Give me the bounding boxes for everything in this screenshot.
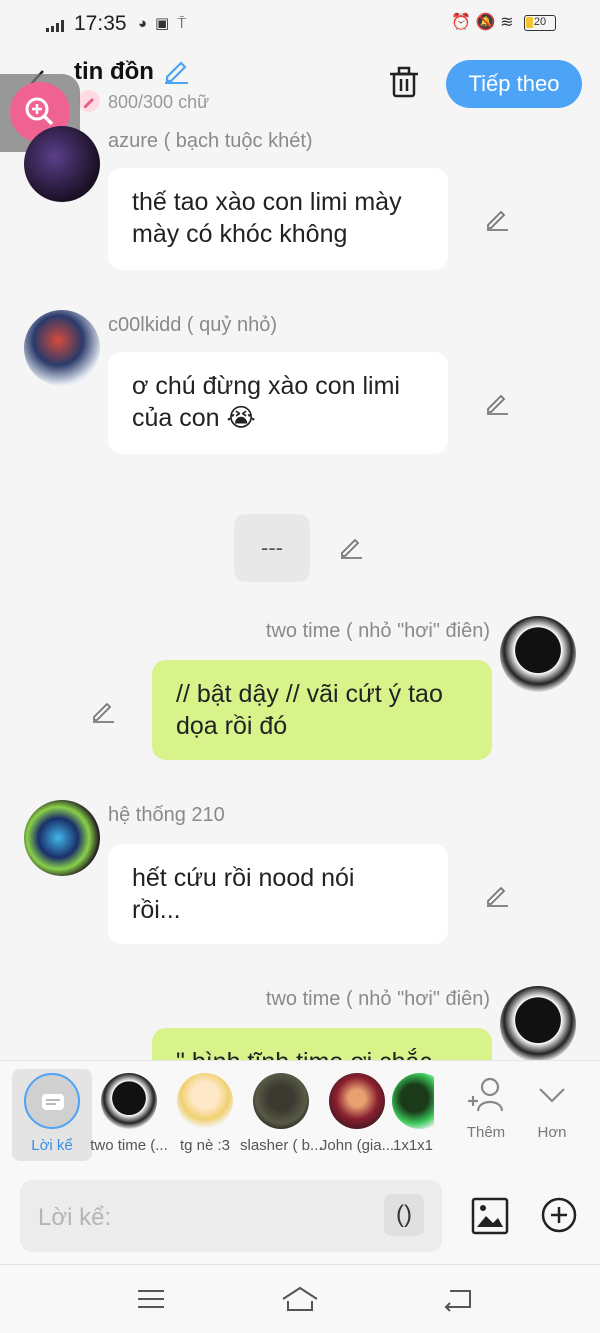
- narrator-icon: [24, 1073, 80, 1129]
- sender-name: hệ thống 210: [108, 804, 225, 826]
- edit-message-icon[interactable]: [484, 882, 510, 908]
- message-input[interactable]: Lời kể: (): [20, 1180, 442, 1252]
- character-name: Lời kể: [31, 1137, 73, 1154]
- edit-message-icon[interactable]: [484, 390, 510, 416]
- sender-name: two time ( nhỏ "hơi" điên): [265, 620, 490, 642]
- battery-icon: 20: [524, 14, 556, 31]
- character-item[interactable]: 1x1x1: [392, 1069, 434, 1154]
- character-item[interactable]: John (gia...: [316, 1069, 398, 1154]
- add-character-label: Thêm: [466, 1124, 506, 1141]
- status-bar: 17:35 ◕▣⍑ ⏰ 🔕 ≋ 20: [0, 0, 600, 48]
- sender-name: azure ( bạch tuộc khét): [108, 130, 313, 152]
- character-name: two time (...: [90, 1137, 168, 1154]
- avatar[interactable]: [500, 616, 576, 692]
- expand-label: Hơn: [537, 1124, 567, 1141]
- avatar: [253, 1073, 309, 1129]
- edit-title-icon[interactable]: [162, 56, 190, 84]
- avatar[interactable]: [24, 310, 100, 386]
- wifi-icon: ≋: [500, 14, 514, 31]
- edit-message-icon[interactable]: [90, 698, 116, 724]
- system-nav-bar: [0, 1264, 600, 1333]
- character-item[interactable]: tg nè :3: [164, 1069, 246, 1154]
- avatar: [177, 1073, 233, 1129]
- message-bubble[interactable]: " bình tĩnh time ơi chắc: [152, 1028, 492, 1060]
- character-name: John (gia...: [319, 1137, 395, 1154]
- message-bubble[interactable]: ơ chú đừng xào con limi của con 😭: [108, 352, 448, 454]
- chat-area[interactable]: azure ( bạch tuộc khét) thế tao xào con …: [0, 120, 600, 1060]
- chevron-down-icon: [539, 1088, 565, 1103]
- system-icons: ⏰ 🔕 ≋ 20: [451, 12, 556, 32]
- plus-icon[interactable]: [540, 1196, 578, 1234]
- story-title: tin đồn: [74, 58, 154, 85]
- message-bubble[interactable]: hết cứu rồi nood nói rồi...: [108, 844, 448, 944]
- avatar: [392, 1073, 434, 1129]
- message-text: ơ chú đừng xào con limi của con 😭: [132, 372, 400, 432]
- avatar: [101, 1073, 157, 1129]
- image-icon[interactable]: [470, 1196, 510, 1236]
- sender-name: two time ( nhỏ "hơi" điên): [265, 988, 490, 1010]
- separator-block[interactable]: ---: [234, 514, 310, 582]
- avatar[interactable]: [24, 800, 100, 876]
- character-narrator[interactable]: Lời kể: [12, 1069, 92, 1161]
- character-item[interactable]: slasher ( b...: [240, 1069, 322, 1154]
- avatar[interactable]: [500, 986, 576, 1060]
- message-text: " bình tĩnh time ơi chắc: [176, 1048, 432, 1060]
- word-count: 800/300 chữ: [108, 92, 210, 112]
- next-button[interactable]: Tiếp theo: [446, 60, 582, 108]
- character-name: tg nè :3: [179, 1137, 231, 1154]
- add-character-button[interactable]: Thêm: [456, 1075, 516, 1141]
- back-nav-icon[interactable]: [442, 1285, 474, 1313]
- edit-message-icon[interactable]: [484, 206, 510, 232]
- expand-button[interactable]: Hơn: [522, 1075, 582, 1141]
- character-name: 1x1x1: [392, 1137, 434, 1154]
- mute-icon: 🔕: [475, 14, 496, 31]
- menu-icon[interactable]: [136, 1285, 166, 1313]
- character-item[interactable]: two time (...: [88, 1069, 170, 1154]
- message-text: // bật dậy // vãi cứt ý tao dọa rồi đó: [176, 680, 443, 740]
- avatar[interactable]: [24, 126, 100, 202]
- character-bar: Lời kể two time (... tg nè :3 slasher ( …: [0, 1060, 600, 1170]
- home-icon[interactable]: [280, 1285, 320, 1313]
- trash-icon[interactable]: [386, 64, 422, 100]
- avatar: [329, 1073, 385, 1129]
- alarm-icon: ⏰: [451, 14, 472, 31]
- input-bar: Lời kể: (): [0, 1170, 600, 1264]
- message-bubble[interactable]: // bật dậy // vãi cứt ý tao dọa rồi đó: [152, 660, 492, 760]
- add-person-icon: [468, 1077, 504, 1112]
- message-text: thế tao xào con limi mày mày có khóc khô…: [132, 188, 402, 248]
- character-name: slasher ( b...: [240, 1137, 322, 1154]
- notification-icons: ◕▣⍑: [138, 15, 195, 32]
- paren-button[interactable]: (): [384, 1194, 424, 1236]
- edit-message-icon[interactable]: [338, 534, 364, 560]
- message-bubble[interactable]: thế tao xào con limi mày mày có khóc khô…: [108, 168, 448, 270]
- status-time: 17:35: [74, 12, 127, 35]
- signal-icon: [46, 20, 64, 32]
- sender-name: c00lkidd ( quỷ nhỏ): [108, 314, 277, 336]
- pencil-icon: [78, 90, 100, 112]
- message-text: hết cứu rồi nood nói rồi...: [132, 864, 355, 924]
- header: tin đồn 800/300 chữ Tiếp theo: [0, 48, 600, 120]
- input-placeholder: Lời kể:: [38, 1204, 112, 1231]
